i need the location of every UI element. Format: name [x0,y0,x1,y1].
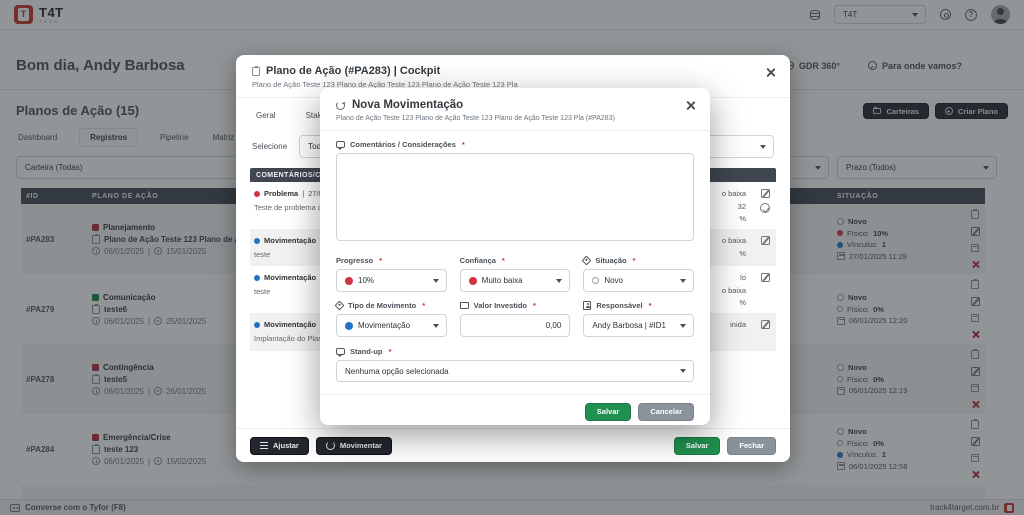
edit-comment-icon[interactable] [761,273,770,282]
person-icon [583,301,591,310]
situacao-dot-icon [592,277,599,284]
movimentacao-dot-icon [254,238,260,244]
selecione-label: Selecione [252,142,287,151]
close-icon[interactable] [685,100,696,111]
movimentacao-dot-icon [254,322,260,328]
cockpit-tab-geral[interactable]: Geral [254,107,278,124]
problema-dot-icon [254,191,260,197]
comentarios-textarea[interactable] [336,153,694,241]
movement-modal-subtitle: Plano de Ação Teste 123 Plano de Ação Te… [336,115,694,122]
situacao-select[interactable]: Novo [583,269,694,292]
chevron-down-icon [680,369,686,373]
nova-movimentacao-modal: Nova Movimentação Plano de Ação Teste 12… [320,88,710,425]
movimentar-button[interactable]: Movimentar [316,437,392,455]
edit-comment-icon[interactable] [761,236,770,245]
ajustar-button[interactable]: Ajustar [250,437,309,455]
tipo-dot-icon [345,322,353,330]
confianca-dot-icon [469,277,477,285]
cockpit-modal-title: Plano de Ação (#PA283) | Cockpit [266,65,440,77]
movement-modal-title: Nova Movimentação [352,99,463,111]
tag-icon [335,301,345,311]
cockpit-fechar-button[interactable]: Fechar [727,437,776,455]
chevron-down-icon [556,279,562,283]
plan-icon [252,67,260,76]
confianca-select[interactable]: Muito baixa [460,269,571,292]
edit-comment-icon[interactable] [761,189,770,198]
movement-salvar-button[interactable]: Salvar [585,403,632,421]
refresh-icon [326,441,335,450]
chevron-down-icon [680,324,686,328]
chevron-down-icon [433,279,439,283]
movimentacao-dot-icon [254,275,260,281]
progresso-select[interactable]: 10% [336,269,447,292]
valor-investido-input[interactable] [469,321,562,330]
edit-comment-icon[interactable] [761,320,770,329]
movement-cancelar-button[interactable]: Cancelar [638,403,694,421]
comment-icon [336,141,345,148]
valor-investido-field [460,314,571,337]
speech-bubble-icon [336,348,345,355]
standup-select[interactable]: Nenhuma opção selecionada [336,360,694,382]
tipo-movimento-select[interactable]: Movimentação [336,314,447,337]
chevron-down-icon [760,145,766,149]
responsavel-select[interactable]: Andy Barbosa | #ID1 [583,314,694,337]
sliders-icon [260,442,268,449]
refresh-icon [336,101,345,110]
cockpit-salvar-button[interactable]: Salvar [674,437,721,455]
wallet-icon [460,302,469,309]
progresso-dot-icon [345,277,353,285]
tag-icon [582,256,592,266]
chevron-down-icon [433,324,439,328]
chevron-down-icon [680,279,686,283]
check-circle-icon[interactable] [760,203,770,213]
close-icon[interactable] [765,67,776,78]
